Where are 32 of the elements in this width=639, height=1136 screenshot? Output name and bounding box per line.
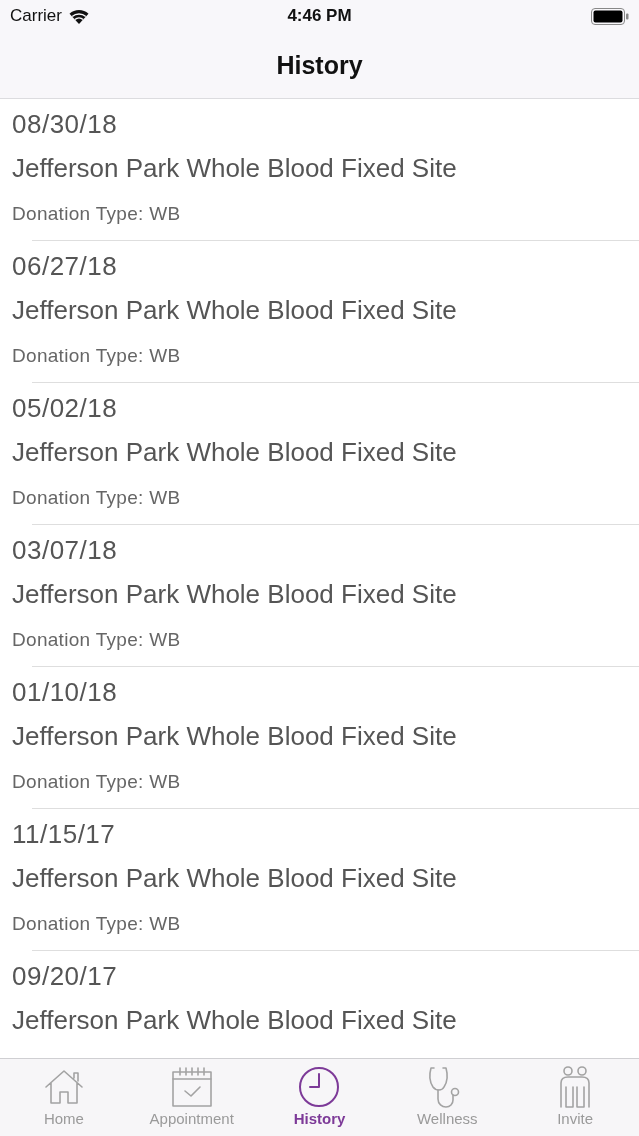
donation-site: Jefferson Park Whole Blood Fixed Site bbox=[12, 862, 458, 895]
battery-icon bbox=[591, 7, 629, 25]
wifi-icon bbox=[68, 8, 89, 24]
donation-date: 03/07/18 bbox=[12, 534, 119, 567]
donation-site: Jefferson Park Whole Blood Fixed Site bbox=[12, 294, 458, 327]
donation-site: Jefferson Park Whole Blood Fixed Site bbox=[12, 1004, 458, 1037]
tab-button[interactable]: Wellness bbox=[383, 1059, 512, 1136]
donation-type: Donation Type: WB bbox=[12, 486, 182, 510]
donation-type: Donation Type: WB bbox=[12, 202, 182, 226]
carrier-name: Carrier bbox=[10, 6, 62, 26]
screen-title: History bbox=[276, 50, 363, 80]
tab-button[interactable]: History bbox=[255, 1059, 384, 1136]
donation-type: Donation Type: WB bbox=[12, 912, 182, 936]
donation-date: 08/30/18 bbox=[12, 108, 119, 141]
donation-type: Donation Type: WB bbox=[12, 344, 182, 368]
donation-site: Jefferson Park Whole Blood Fixed Site bbox=[12, 436, 458, 469]
calendar-icon bbox=[169, 1065, 214, 1109]
donation-site: Jefferson Park Whole Blood Fixed Site bbox=[12, 152, 458, 185]
donation-type: Donation Type: WB bbox=[12, 628, 182, 652]
donation-date: 09/20/17 bbox=[12, 960, 119, 993]
clock-icon bbox=[297, 1065, 342, 1109]
tab-button[interactable]: Home bbox=[0, 1059, 128, 1136]
donation-date: 05/02/18 bbox=[12, 392, 119, 425]
donation-site: Jefferson Park Whole Blood Fixed Site bbox=[12, 578, 458, 611]
tab-button[interactable]: Appointment bbox=[127, 1059, 256, 1136]
tab-button[interactable]: Invite bbox=[511, 1059, 639, 1136]
donation-type: Donation Type: WB bbox=[12, 770, 182, 794]
donation-date: 11/15/17 bbox=[12, 818, 117, 851]
donation-date: 01/10/18 bbox=[12, 676, 119, 709]
donation-site: Jefferson Park Whole Blood Fixed Site bbox=[12, 720, 458, 753]
donation-date: 06/27/18 bbox=[12, 250, 119, 283]
status-time: 4:46 PM bbox=[287, 6, 352, 26]
